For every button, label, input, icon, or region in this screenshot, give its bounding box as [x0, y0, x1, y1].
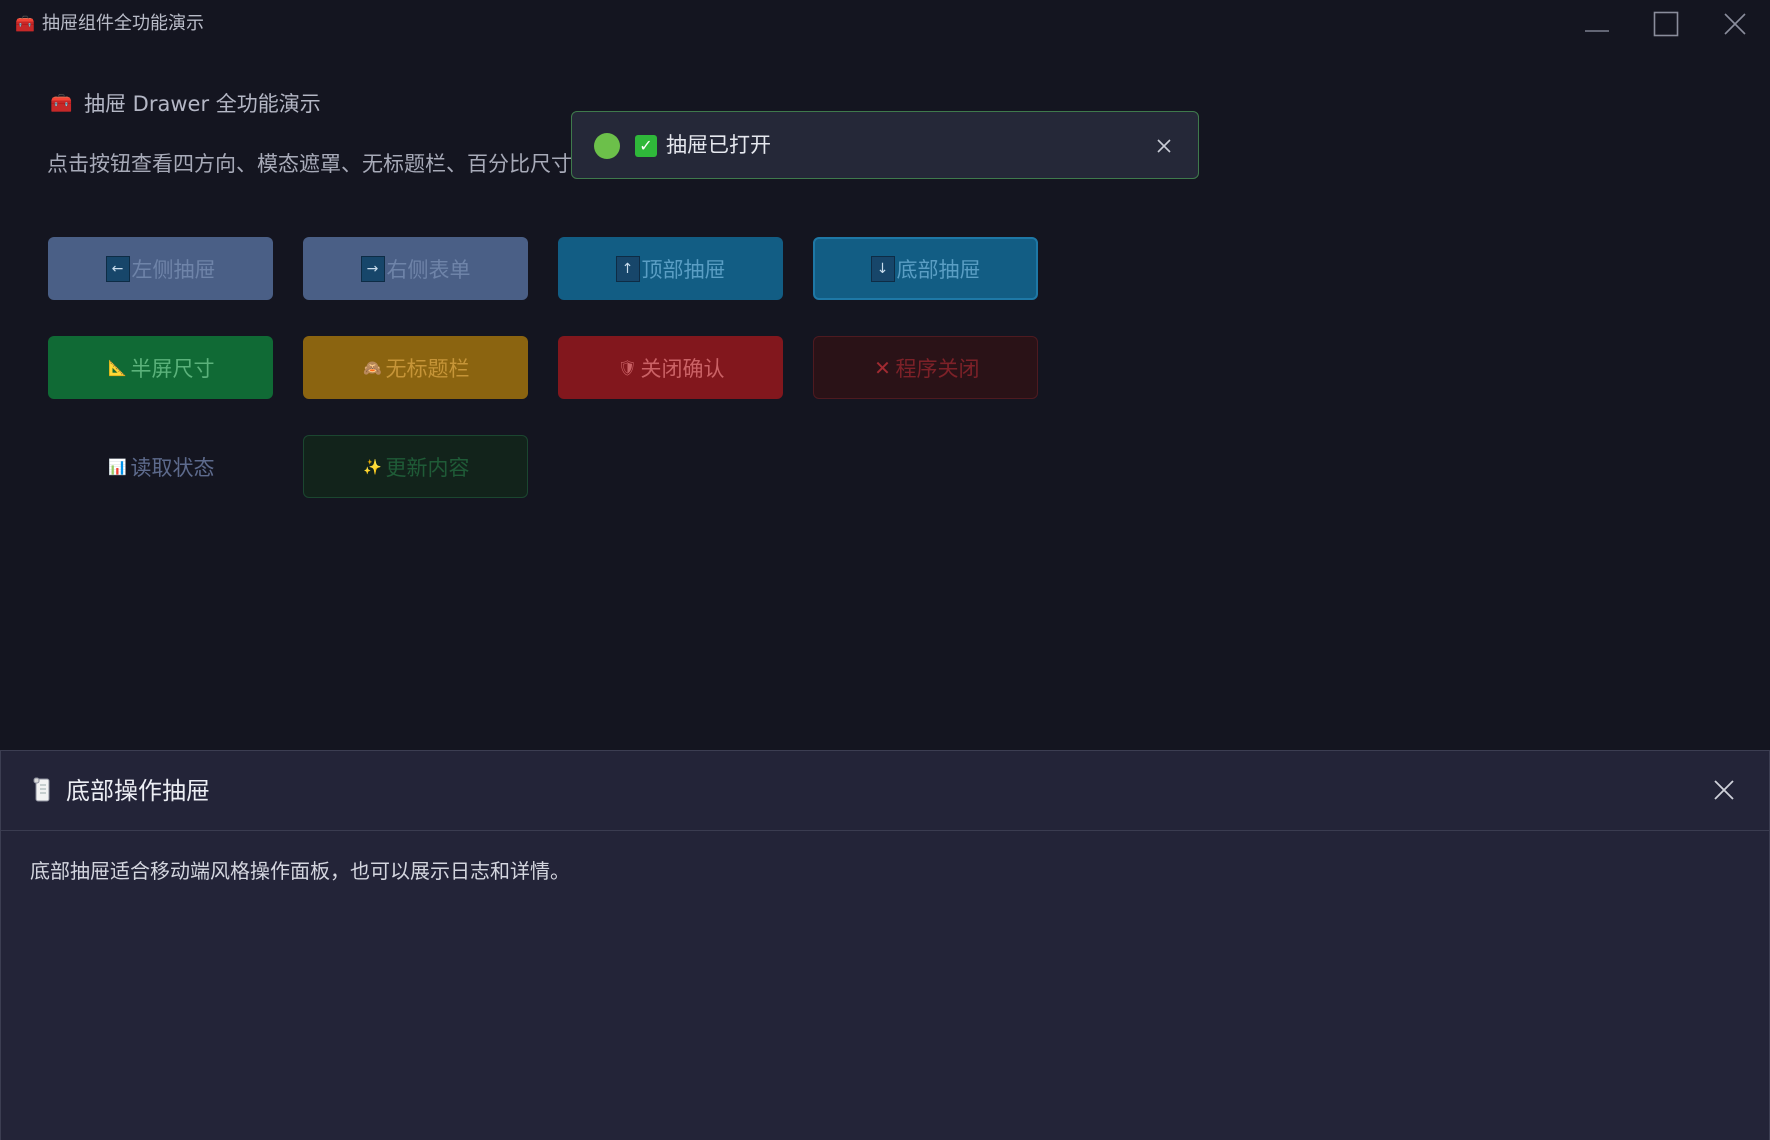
shield-icon: 🛡 [617, 358, 638, 377]
drawer-title: 底部操作抽屉 [66, 777, 210, 805]
title-bar: 🧰 抽屉组件全功能演示 [0, 0, 1770, 47]
toast-message: 抽屉已打开 [666, 133, 771, 157]
scroll-icon [33, 777, 53, 803]
minimize-button[interactable] [1567, 0, 1627, 47]
close-icon [1157, 139, 1171, 153]
toast-close-button[interactable] [1152, 134, 1176, 158]
page-description: 点击按钮查看四方向、模态遮罩、无标题栏、百分比尺寸 [47, 152, 572, 176]
bottom-drawer-button[interactable]: ↓ 底部抽屉 [813, 237, 1038, 300]
button-label: 左侧抽屉 [131, 257, 216, 282]
check-mark-icon: ✓ [635, 135, 657, 157]
button-label: 底部抽屉 [896, 257, 981, 282]
button-label: 半屏尺寸 [130, 356, 215, 381]
drawer-body-text: 底部抽屉适合移动端风格操作面板，也可以展示日志和详情。 [30, 859, 570, 883]
sparkles-icon: ✨ [363, 457, 382, 476]
maximize-icon [1653, 11, 1679, 36]
right-form-button[interactable]: → 右侧表单 [303, 237, 528, 300]
button-label: 右侧表单 [386, 257, 471, 282]
toast-notification: ✓ 抽屉已打开 [571, 111, 1199, 179]
minimize-icon [1585, 29, 1609, 32]
bar-chart-icon: 📊 [108, 457, 127, 476]
window-title: 抽屉组件全功能演示 [42, 13, 204, 34]
close-icon [1724, 12, 1746, 35]
maximize-button[interactable] [1636, 0, 1696, 47]
left-drawer-button[interactable]: ← 左侧抽屉 [48, 237, 273, 300]
drawer-close-button[interactable] [1711, 777, 1737, 803]
button-label: 更新内容 [385, 455, 470, 480]
arrow-left-icon: ← [105, 255, 130, 282]
success-dot-icon [594, 133, 620, 159]
arrow-up-icon: ↑ [615, 255, 640, 282]
update-content-button[interactable]: ✨ 更新内容 [303, 435, 528, 498]
toolbox-icon: 🧰 [15, 14, 35, 33]
program-close-button[interactable]: ✕ 程序关闭 [813, 336, 1038, 399]
close-icon [1714, 780, 1734, 800]
button-label: 顶部抽屉 [641, 257, 726, 282]
arrow-down-icon: ↓ [870, 255, 895, 282]
top-drawer-button[interactable]: ↑ 顶部抽屉 [558, 237, 783, 300]
page-heading: 🧰 抽屉 Drawer 全功能演示 [50, 88, 321, 118]
toolbox-icon: 🧰 [50, 92, 73, 114]
close-confirm-button[interactable]: 🛡 关闭确认 [558, 336, 783, 399]
button-label: 读取状态 [130, 455, 215, 480]
window-close-button[interactable] [1705, 0, 1765, 47]
button-label: 无标题栏 [385, 356, 470, 381]
cross-mark-icon: ✕ [874, 355, 891, 380]
drawer-header: 底部操作抽屉 [1, 751, 1769, 831]
read-state-button[interactable]: 📊 读取状态 [48, 435, 273, 498]
arrow-right-icon: → [360, 255, 385, 282]
no-title-button[interactable]: 🙈 无标题栏 [303, 336, 528, 399]
see-no-evil-icon: 🙈 [363, 358, 382, 377]
triangle-ruler-icon: 📐 [108, 358, 127, 377]
bottom-drawer: 底部操作抽屉 底部抽屉适合移动端风格操作面板，也可以展示日志和详情。 [0, 750, 1770, 1140]
button-label: 关闭确认 [640, 356, 725, 381]
button-label: 程序关闭 [895, 356, 980, 381]
half-screen-button[interactable]: 📐 半屏尺寸 [48, 336, 273, 399]
app-window: 🧰 抽屉组件全功能演示 🧰 抽屉 Drawer 全功能演示 点击按钮查看四方向、… [0, 0, 1770, 1140]
page-title: 抽屉 Drawer 全功能演示 [84, 92, 321, 116]
